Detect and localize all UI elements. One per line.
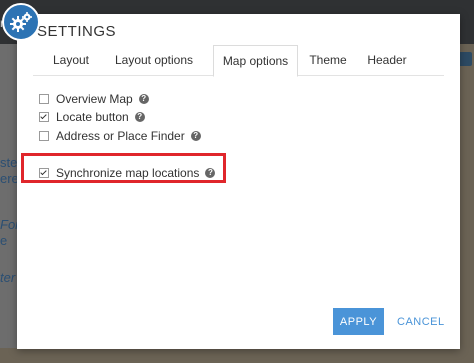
option-label: Locate button [56, 110, 129, 124]
tab-header[interactable]: Header [361, 45, 413, 75]
help-icon[interactable]: ? [205, 168, 216, 178]
apply-button[interactable]: APPLY [333, 308, 384, 335]
option-address-finder[interactable]: Address or Place Finder ? [39, 128, 201, 144]
checkbox-icon[interactable] [39, 131, 49, 141]
map-bottom-strip [0, 348, 474, 363]
option-label: Address or Place Finder [56, 129, 185, 143]
bg-text-4: e [0, 233, 8, 248]
option-label: Synchronize map locations [56, 166, 200, 180]
checkbox-icon[interactable] [39, 94, 49, 104]
option-locate-button[interactable]: Locate button ? [39, 109, 145, 125]
tab-bar: Layout Layout options Map options Theme … [33, 45, 444, 77]
help-icon[interactable]: ? [134, 112, 145, 122]
help-icon[interactable]: ? [138, 94, 149, 104]
option-label: Overview Map [56, 92, 133, 106]
cancel-button[interactable]: CANCEL [391, 308, 444, 335]
settings-dialog: SETTINGS Layout Layout options Map optio… [17, 14, 460, 349]
option-synchronize-map[interactable]: Synchronize map locations ? [39, 165, 216, 181]
bg-text-2: ere [0, 171, 19, 186]
tab-layout-options[interactable]: Layout options [103, 45, 205, 75]
checkbox-icon[interactable] [39, 168, 49, 178]
dialog-title: SETTINGS [37, 23, 117, 40]
settings-badge[interactable] [2, 3, 40, 41]
tab-theme[interactable]: Theme [303, 45, 353, 75]
tab-map-options[interactable]: Map options [213, 45, 298, 77]
bg-text-1: ste [0, 155, 18, 170]
gear-icon [10, 12, 32, 32]
help-icon[interactable]: ? [190, 131, 201, 141]
checkbox-icon[interactable] [39, 112, 49, 122]
tab-layout[interactable]: Layout [43, 45, 99, 75]
map-control-button[interactable] [458, 52, 472, 66]
option-overview-map[interactable]: Overview Map ? [39, 91, 149, 107]
bg-text-5: ter [0, 270, 16, 285]
